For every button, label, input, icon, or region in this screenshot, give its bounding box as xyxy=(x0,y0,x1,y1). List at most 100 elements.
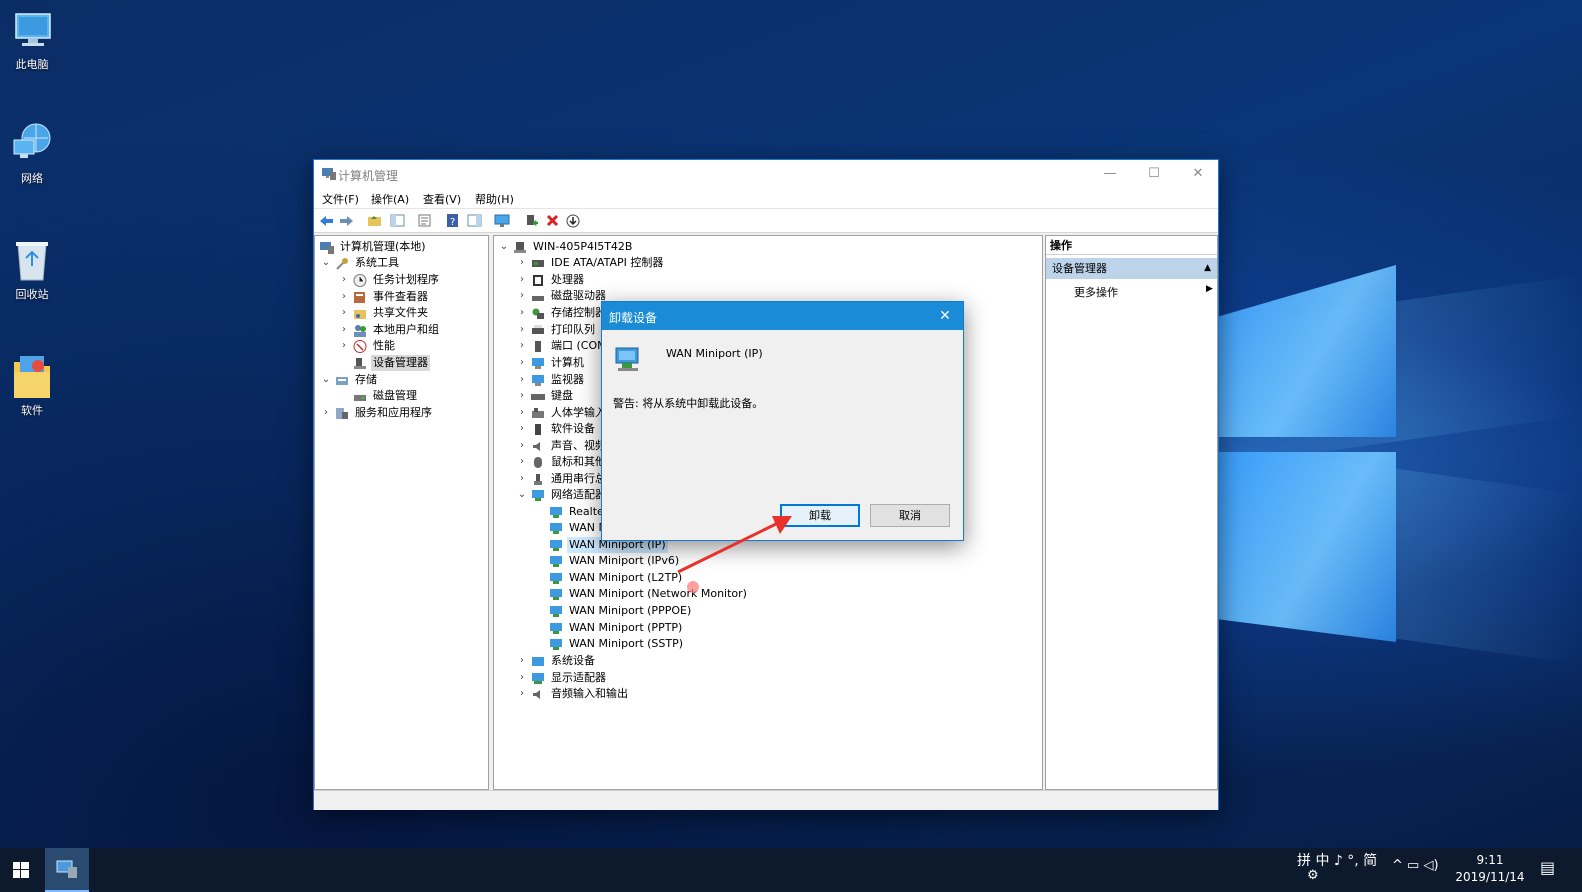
device-category[interactable]: › 声音、视频 xyxy=(516,438,608,454)
chevron-right-icon[interactable]: › xyxy=(516,670,528,686)
network-device[interactable]: WAN Miniport (PPPOE) xyxy=(546,603,693,619)
tree-item-storage[interactable]: ⌄ 存储 xyxy=(320,372,379,388)
submenu-arrow-icon[interactable]: ▶ xyxy=(1206,284,1213,294)
tree-item-task-scheduler[interactable]: › 任务计划程序 xyxy=(338,272,441,288)
chevron-right-icon[interactable]: › xyxy=(320,405,332,421)
chevron-down-icon[interactable]: ⌄ xyxy=(320,372,332,388)
device-category[interactable]: › 处理器 xyxy=(516,272,586,288)
chevron-right-icon[interactable]: › xyxy=(338,272,350,288)
device-category[interactable]: › 通用串行总 xyxy=(516,471,608,487)
desktop-icon-recycle-bin[interactable]: 回收站 xyxy=(4,238,60,302)
device-category[interactable]: › 端口 (COM xyxy=(516,338,609,354)
tree-item-performance[interactable]: › 性能 xyxy=(338,338,397,354)
chevron-right-icon[interactable]: › xyxy=(516,372,528,388)
tree-item-event-viewer[interactable]: › 事件查看器 xyxy=(338,289,430,305)
chevron-down-icon[interactable]: ⌄ xyxy=(516,487,528,503)
network-device[interactable]: WAN Miniport (L2TP) xyxy=(546,570,684,586)
tree-item-local-users[interactable]: › 本地用户和组 xyxy=(338,322,441,338)
maximize-button[interactable]: ☐ xyxy=(1134,164,1174,184)
menu-action[interactable]: 操作(A) xyxy=(371,191,409,207)
show-hide-tree-icon[interactable] xyxy=(388,212,406,229)
ime-indicator[interactable]: 拼 中 ♪ °, 简 xyxy=(1297,850,1377,870)
up-folder-icon[interactable] xyxy=(365,212,383,229)
dialog-title-bar[interactable]: 卸载设备 ✕ xyxy=(602,302,963,330)
start-button[interactable] xyxy=(0,848,42,892)
tree-item-root[interactable]: 计算机管理(本地) xyxy=(317,239,428,255)
notification-icon[interactable]: ▤ xyxy=(1540,858,1555,877)
device-category[interactable]: › 音频输入和输出 xyxy=(516,686,630,702)
forward-arrow-icon[interactable] xyxy=(337,212,355,229)
tree-item-device-manager[interactable]: 设备管理器 xyxy=(350,355,430,371)
more-actions-item[interactable]: 更多操作 xyxy=(1074,284,1118,300)
actions-section-device-manager[interactable]: 设备管理器 ▲ xyxy=(1046,258,1217,279)
properties-icon[interactable] xyxy=(415,212,433,229)
chevron-right-icon[interactable]: › xyxy=(516,272,528,288)
network-device[interactable]: WAN Miniport (Network Monitor) xyxy=(546,586,749,602)
tree-item-services-apps[interactable]: › 服务和应用程序 xyxy=(320,405,434,421)
device-category[interactable]: › 鼠标和其他 xyxy=(516,454,608,470)
taskbar-app-computer-management[interactable] xyxy=(45,848,89,892)
device-category[interactable]: › 监视器 xyxy=(516,372,586,388)
device-category-network[interactable]: ⌄ 网络适配器 xyxy=(516,487,608,503)
network-device[interactable]: WAN Miniport (SSTP) xyxy=(546,636,685,652)
chevron-right-icon[interactable]: › xyxy=(516,255,528,271)
tray-icons[interactable]: ^ ▭ ◁) xyxy=(1392,858,1452,873)
monitor-icon[interactable] xyxy=(493,212,511,229)
chevron-right-icon[interactable]: › xyxy=(338,322,350,338)
chevron-right-icon[interactable]: › xyxy=(516,305,528,321)
chevron-right-icon[interactable]: › xyxy=(516,471,528,487)
minimize-button[interactable]: — xyxy=(1090,164,1130,184)
network-device[interactable]: WAN Miniport (PPTP) xyxy=(546,620,684,636)
add-driver-icon[interactable] xyxy=(522,212,540,229)
cancel-button[interactable]: 取消 xyxy=(870,504,950,527)
caret-up-icon[interactable]: ▲ xyxy=(1204,258,1211,279)
tree-item-system-tools[interactable]: ⌄ 系统工具 xyxy=(320,255,401,271)
device-category[interactable]: › 打印队列 xyxy=(516,322,597,338)
chevron-right-icon[interactable]: › xyxy=(516,322,528,338)
device-category[interactable]: › 磁盘驱动器 xyxy=(516,288,608,304)
help-icon[interactable]: ? xyxy=(443,212,461,229)
title-bar[interactable]: 计算机管理 — ☐ ✕ xyxy=(314,160,1218,188)
chevron-right-icon[interactable]: › xyxy=(516,454,528,470)
action-pane-icon[interactable] xyxy=(465,212,483,229)
chevron-right-icon[interactable]: › xyxy=(338,305,350,321)
tree-item-shared-folders[interactable]: › 共享文件夹 xyxy=(338,305,430,321)
menu-view[interactable]: 查看(V) xyxy=(423,191,461,207)
desktop-icon-network[interactable]: 网络 xyxy=(4,122,60,186)
device-category[interactable]: › 存储控制器 xyxy=(516,305,608,321)
download-circle-icon[interactable] xyxy=(564,212,582,229)
chevron-right-icon[interactable]: › xyxy=(516,421,528,437)
menu-file[interactable]: 文件(F) xyxy=(322,191,359,207)
clock[interactable]: 9:11 2019/11/14 xyxy=(1454,852,1526,886)
uninstall-x-icon[interactable] xyxy=(543,212,561,229)
chevron-down-icon[interactable]: ⌄ xyxy=(320,255,332,271)
back-arrow-icon[interactable] xyxy=(317,212,335,229)
chevron-right-icon[interactable]: › xyxy=(338,289,350,305)
tree-item-computer[interactable]: ⌄ WIN-405P4I5T42B xyxy=(498,239,634,255)
device-category[interactable]: › IDE ATA/ATAPI 控制器 xyxy=(516,255,665,271)
chevron-right-icon[interactable]: › xyxy=(516,388,528,404)
chevron-right-icon[interactable]: › xyxy=(516,355,528,371)
device-category[interactable]: › 人体学输入 xyxy=(516,405,608,421)
close-button[interactable]: ✕ xyxy=(1178,164,1218,184)
chevron-right-icon[interactable]: › xyxy=(516,686,528,702)
desktop-icon-software[interactable]: 软件 xyxy=(4,354,60,418)
device-category[interactable]: › 系统设备 xyxy=(516,653,597,669)
chevron-right-icon[interactable]: › xyxy=(516,338,528,354)
chevron-down-icon[interactable]: ⌄ xyxy=(498,239,510,255)
chevron-right-icon[interactable]: › xyxy=(516,288,528,304)
desktop-icon-this-pc[interactable]: 此电脑 xyxy=(4,8,60,72)
chevron-right-icon[interactable]: › xyxy=(516,405,528,421)
chevron-right-icon[interactable]: › xyxy=(516,438,528,454)
device-category[interactable]: › 显示适配器 xyxy=(516,670,608,686)
chevron-right-icon[interactable]: › xyxy=(516,653,528,669)
device-category[interactable]: › 键盘 xyxy=(516,388,575,404)
network-device[interactable]: WAN Miniport (IPv6) xyxy=(546,553,681,569)
menu-help[interactable]: 帮助(H) xyxy=(475,191,514,207)
gear-icon[interactable]: ⚙ xyxy=(1307,868,1319,883)
device-category[interactable]: › 计算机 xyxy=(516,355,586,371)
chevron-right-icon[interactable]: › xyxy=(338,338,350,354)
device-category[interactable]: › 软件设备 xyxy=(516,421,597,437)
dialog-close-button[interactable]: ✕ xyxy=(932,306,958,326)
tree-item-disk-management[interactable]: 磁盘管理 xyxy=(350,388,419,404)
